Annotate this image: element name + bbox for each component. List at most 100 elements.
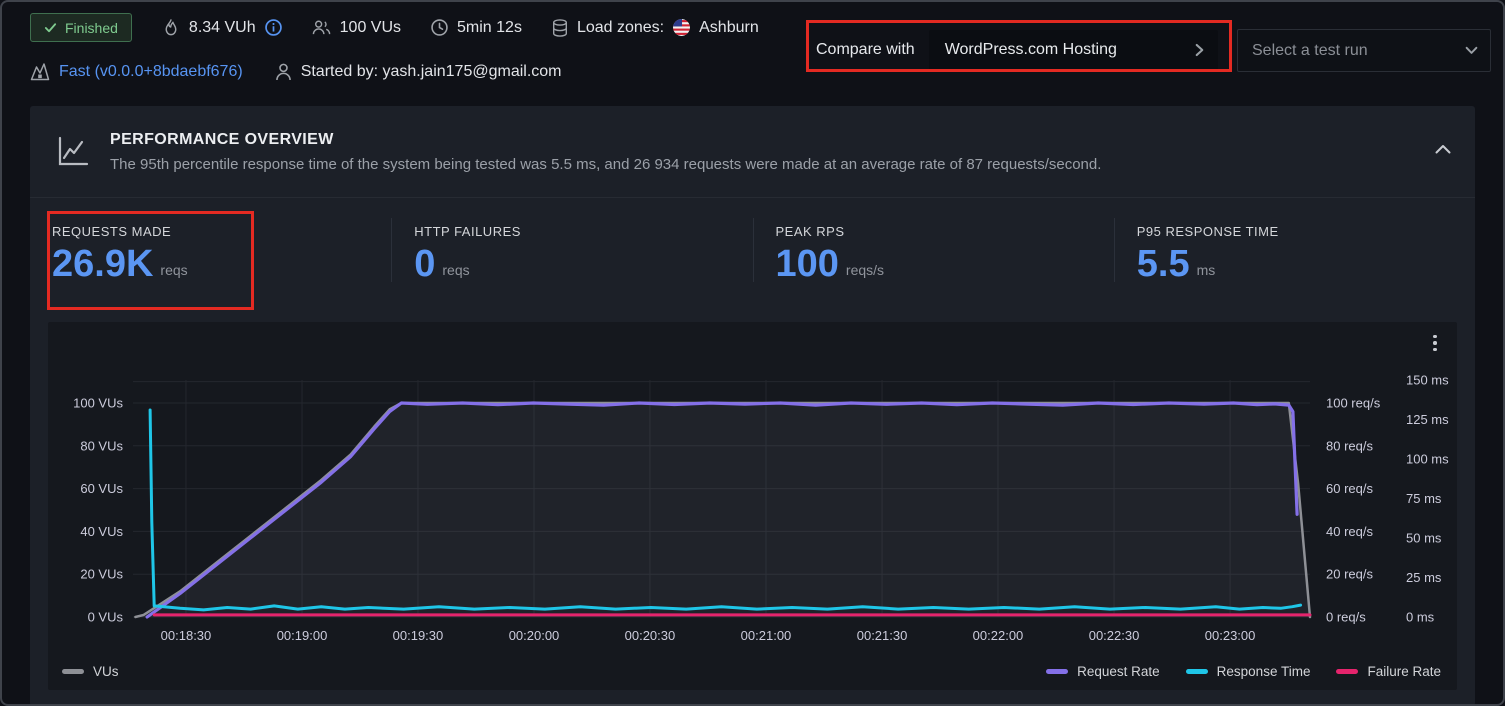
status-badge: Finished	[30, 13, 132, 42]
check-icon	[44, 21, 57, 34]
stat-label: HTTP FAILURES	[414, 224, 730, 239]
svg-text:0 req/s: 0 req/s	[1326, 610, 1366, 625]
stat-p95-response-time: P95 RESPONSE TIME 5.5 ms	[1114, 218, 1475, 282]
request-rate-swatch	[1046, 669, 1068, 674]
failure-rate-swatch	[1336, 669, 1358, 674]
clock-icon	[431, 19, 448, 36]
svg-text:60 VUs: 60 VUs	[80, 481, 123, 496]
vus-swatch	[62, 669, 84, 674]
svg-text:00:21:30: 00:21:30	[857, 628, 908, 643]
response-time-swatch	[1186, 669, 1208, 674]
svg-text:80 req/s: 80 req/s	[1326, 438, 1373, 453]
compare-test-value: WordPress.com Hosting	[945, 41, 1117, 59]
legend-item-response-time[interactable]: Response Time	[1186, 664, 1311, 679]
flame-icon	[162, 18, 180, 37]
stat-label: P95 RESPONSE TIME	[1137, 224, 1453, 239]
svg-text:100 req/s: 100 req/s	[1326, 396, 1381, 411]
performance-chart: 0 VUs 20 VUs 40 VUs 60 VUs 80 VUs 100 VUs 0 re…	[48, 322, 1457, 690]
svg-text:100 VUs: 100 VUs	[73, 396, 123, 411]
stat-unit: reqs	[160, 262, 187, 278]
test-run-link[interactable]: Fast (v0.0.0+8bdaebf676)	[59, 63, 243, 81]
svg-text:00:22:30: 00:22:30	[1089, 628, 1140, 643]
svg-text:150 ms: 150 ms	[1406, 373, 1449, 388]
started-by-value: Started by: yash.jain175@gmail.com	[301, 63, 562, 81]
stat-value: 5.5	[1137, 248, 1190, 280]
svg-text:00:18:30: 00:18:30	[161, 628, 212, 643]
person-icon	[275, 63, 292, 81]
legend-label: Failure Rate	[1367, 664, 1441, 679]
panel-header-text: PERFORMANCE OVERVIEW The 95th percentile…	[110, 131, 1101, 173]
stat-unit: reqs	[442, 262, 469, 278]
svg-text:75 ms: 75 ms	[1406, 491, 1442, 506]
stat-label: REQUESTS MADE	[52, 224, 369, 239]
svg-text:60 req/s: 60 req/s	[1326, 481, 1373, 496]
stat-requests-made: REQUESTS MADE 26.9K reqs	[30, 218, 391, 282]
legend-item-request-rate[interactable]: Request Rate	[1046, 664, 1160, 679]
legend-item-failure-rate[interactable]: Failure Rate	[1336, 664, 1441, 679]
stat-value: 0	[414, 248, 435, 280]
k6-trend-icon	[30, 62, 50, 81]
us-flag-icon	[673, 19, 690, 36]
panel-header: PERFORMANCE OVERVIEW The 95th percentile…	[30, 106, 1475, 198]
svg-text:40 req/s: 40 req/s	[1326, 524, 1373, 539]
chart-line-icon	[56, 136, 90, 168]
load-zones-icon	[552, 19, 568, 37]
load-zones-label: Load zones:	[577, 19, 664, 37]
performance-overview-panel: PERFORMANCE OVERVIEW The 95th percentile…	[30, 106, 1475, 706]
stat-unit: ms	[1197, 262, 1216, 278]
started-by-item: Started by: yash.jain175@gmail.com	[275, 63, 562, 81]
vuh-value: 8.34 VUh	[189, 19, 256, 37]
select-test-run-placeholder: Select a test run	[1252, 42, 1368, 60]
vus-value: 100 VUs	[340, 19, 401, 37]
test-name-item: Fast (v0.0.0+8bdaebf676)	[30, 62, 243, 81]
chart-legend: VUs Request Rate Response Time Failure R…	[48, 664, 1457, 679]
collapse-chevron-up-icon[interactable]	[1435, 144, 1451, 154]
chevron-down-icon	[1465, 46, 1478, 55]
legend-label: Response Time	[1217, 664, 1311, 679]
chart-canvas[interactable]: 0 VUs 20 VUs 40 VUs 60 VUs 80 VUs 100 VUs 0 re…	[48, 322, 1457, 652]
svg-text:00:21:00: 00:21:00	[741, 628, 792, 643]
compare-with-label: Compare with	[816, 41, 915, 59]
legend-right-group: Request Rate Response Time Failure Rate	[1046, 664, 1441, 679]
panel-subtitle: The 95th percentile response time of the…	[110, 156, 1101, 173]
svg-text:00:22:00: 00:22:00	[973, 628, 1024, 643]
svg-text:50 ms: 50 ms	[1406, 531, 1442, 546]
duration-metric: 5min 12s	[431, 19, 522, 37]
load-zones-metric: Load zones: Ashburn	[552, 19, 759, 37]
vuh-metric: 8.34 VUh	[162, 18, 282, 37]
stat-http-failures: HTTP FAILURES 0 reqs	[391, 218, 752, 282]
stat-peak-rps: PEAK RPS 100 reqs/s	[753, 218, 1114, 282]
stat-value: 26.9K	[52, 248, 153, 280]
svg-text:20 req/s: 20 req/s	[1326, 567, 1373, 582]
legend-item-vus[interactable]: VUs	[62, 664, 119, 679]
svg-text:100 ms: 100 ms	[1406, 452, 1449, 467]
info-icon[interactable]	[265, 19, 282, 36]
svg-text:00:20:30: 00:20:30	[625, 628, 676, 643]
svg-text:80 VUs: 80 VUs	[80, 438, 123, 453]
load-zone-value: Ashburn	[699, 19, 759, 37]
svg-text:00:19:00: 00:19:00	[277, 628, 328, 643]
test-meta-row: Finished 8.34 VUh 100 VUs 5min 12s Load …	[30, 13, 759, 42]
svg-text:00:19:30: 00:19:30	[393, 628, 444, 643]
stat-unit: reqs/s	[846, 262, 884, 278]
svg-text:0 VUs: 0 VUs	[88, 610, 124, 625]
vus-metric: 100 VUs	[312, 19, 401, 37]
compare-with-group: Compare with WordPress.com Hosting	[816, 30, 1218, 70]
status-badge-label: Finished	[65, 20, 118, 36]
compare-test-dropdown[interactable]: WordPress.com Hosting	[929, 30, 1218, 70]
stat-label: PEAK RPS	[776, 224, 1092, 239]
svg-text:00:20:00: 00:20:00	[509, 628, 560, 643]
panel-title: PERFORMANCE OVERVIEW	[110, 131, 1101, 149]
stat-value: 100	[776, 248, 839, 280]
legend-left-group: VUs	[62, 664, 119, 679]
select-test-run-dropdown[interactable]: Select a test run	[1237, 29, 1491, 72]
svg-text:40 VUs: 40 VUs	[80, 524, 123, 539]
svg-text:0 ms: 0 ms	[1406, 610, 1435, 625]
svg-text:20 VUs: 20 VUs	[80, 567, 123, 582]
svg-text:00:23:00: 00:23:00	[1205, 628, 1256, 643]
duration-value: 5min 12s	[457, 19, 522, 37]
legend-label: VUs	[93, 664, 119, 679]
svg-text:125 ms: 125 ms	[1406, 412, 1449, 427]
stats-row: REQUESTS MADE 26.9K reqs HTTP FAILURES 0…	[30, 198, 1475, 304]
legend-label: Request Rate	[1077, 664, 1160, 679]
